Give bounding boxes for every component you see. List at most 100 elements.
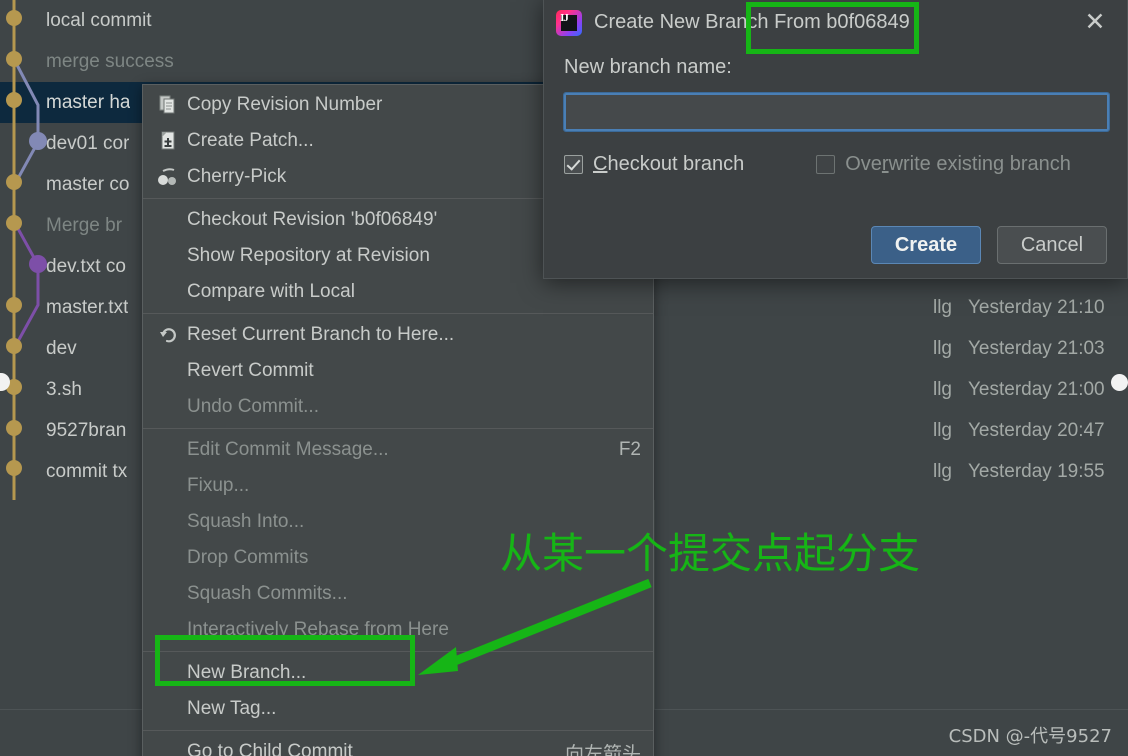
- commit-date: Yesterday 19:55: [968, 460, 1105, 482]
- commit-meta: llg Yesterday 19:55: [918, 451, 1128, 492]
- annotation-note-text: 从某一个提交点起分支: [500, 529, 921, 578]
- commit-subject: local commit: [46, 9, 152, 31]
- menu-separator: [143, 428, 653, 429]
- menu-item-label: Show Repository at Revision: [187, 245, 430, 266]
- dialog-checkbox-row: Checkout branch Overwrite existing branc…: [564, 153, 1107, 176]
- copy-icon: [153, 95, 183, 115]
- commit-author: llg: [932, 378, 952, 400]
- menu-item-shortcut: F2: [618, 439, 641, 460]
- checkbox-checked-icon[interactable]: [564, 155, 583, 174]
- overwrite-label-rest: write existing branch: [888, 153, 1071, 175]
- commit-meta: llg Yesterday 21:10: [918, 287, 1128, 328]
- commit-subject: 9527bran: [46, 419, 127, 441]
- menu-item-label: Compare with Local: [187, 281, 355, 302]
- menu-item-go-to-child-commit[interactable]: Go to Child Commit 向左箭头: [143, 734, 653, 756]
- cherry-pick-icon: [153, 167, 183, 187]
- overwrite-existing-branch-checkbox: Overwrite existing branch: [816, 153, 1071, 176]
- menu-item-label: Drop Commits: [187, 547, 309, 568]
- commit-graph-cell: [0, 451, 42, 492]
- menu-item-label: Edit Commit Message...: [187, 439, 389, 460]
- menu-item-label: Fixup...: [187, 475, 250, 496]
- commit-subject: commit tx: [46, 460, 128, 482]
- watermark: CSDN @-代号9527: [948, 726, 1112, 747]
- annotation-arrow: [418, 578, 652, 675]
- menu-item-label: Squash Into...: [187, 511, 305, 532]
- overwrite-label-mnemonic: r: [881, 153, 889, 175]
- patch-icon: [153, 131, 183, 151]
- menu-item-revert-commit[interactable]: Revert Commit: [143, 353, 653, 389]
- menu-item-label: Copy Revision Number: [187, 94, 383, 115]
- menu-item-undo-commit: Undo Commit...: [143, 389, 653, 425]
- menu-item-compare-with-local[interactable]: Compare with Local: [143, 274, 653, 310]
- commit-subject: dev.txt co: [46, 255, 126, 277]
- menu-item-label: Create Patch...: [187, 130, 314, 151]
- create-button[interactable]: Create: [871, 226, 981, 264]
- dialog-button-row: Create Cancel: [871, 226, 1107, 264]
- menu-item-label: Reset Current Branch to Here...: [187, 324, 455, 345]
- checkout-branch-label: Checkout branch: [593, 153, 744, 176]
- menu-separator: [143, 313, 653, 314]
- dialog-body: New branch name: Checkout branch Overwri…: [544, 46, 1127, 176]
- commit-date: Yesterday 21:03: [968, 337, 1105, 359]
- commit-meta: llg Yesterday 21:00: [918, 369, 1128, 410]
- commit-date: Yesterday 21:10: [968, 296, 1105, 318]
- commit-graph-cell: [0, 205, 42, 246]
- menu-item-label: Revert Commit: [187, 360, 314, 381]
- menu-item-label: Checkout Revision 'b0f06849': [187, 209, 438, 230]
- cancel-button[interactable]: Cancel: [997, 226, 1107, 264]
- commit-author: llg: [932, 419, 952, 441]
- menu-item-fixup: Fixup...: [143, 468, 653, 504]
- branch-name-label: New branch name:: [564, 56, 732, 78]
- commit-author: llg: [932, 296, 952, 318]
- commit-graph-cell: [0, 328, 42, 369]
- commit-graph-cell: [0, 41, 42, 82]
- overwrite-label-pre: Ove: [845, 153, 882, 175]
- commit-meta: llg Yesterday 21:03: [918, 328, 1128, 369]
- commit-date: Yesterday 21:00: [968, 378, 1105, 400]
- screen-root: local commit merge success master ha dev01 …: [0, 0, 1128, 756]
- commit-subject: master ha: [46, 91, 131, 113]
- menu-item-label: Undo Commit...: [187, 396, 319, 417]
- checkout-branch-mnemonic: C: [593, 153, 608, 175]
- menu-item-edit-commit-message: Edit Commit Message... F2: [143, 432, 653, 468]
- commit-graph-cell: [0, 123, 42, 164]
- menu-item-reset-current-branch-to-here[interactable]: Reset Current Branch to Here...: [143, 317, 653, 353]
- branch-name-input[interactable]: [563, 92, 1110, 132]
- commit-graph-cell: [0, 369, 42, 410]
- checkout-branch-checkbox[interactable]: Checkout branch: [564, 153, 744, 176]
- menu-item-label: Go to Child Commit: [187, 741, 353, 756]
- commit-subject: dev01 cor: [46, 132, 130, 154]
- close-icon[interactable]: ✕: [1081, 9, 1109, 37]
- dialog-title-text: Create New Branch From b0f06849: [594, 11, 910, 33]
- menu-item-new-tag[interactable]: New Tag...: [143, 691, 653, 727]
- menu-separator: [143, 730, 653, 731]
- commit-graph-cell: [0, 82, 42, 123]
- commit-graph-cell: [0, 287, 42, 328]
- commit-graph-cell: [0, 164, 42, 205]
- create-new-branch-dialog: IJ Create New Branch From b0f06849 ✕ New…: [543, 0, 1128, 279]
- commit-graph-cell: [0, 410, 42, 451]
- commit-graph-cell: [0, 246, 42, 287]
- commit-subject: dev: [46, 337, 77, 359]
- menu-item-label: New Branch...: [187, 662, 307, 683]
- commit-subject: 3.sh: [46, 378, 82, 400]
- commit-subject: merge success: [46, 50, 174, 72]
- overwrite-branch-label: Overwrite existing branch: [845, 153, 1071, 176]
- commit-date: Yesterday 20:47: [968, 419, 1105, 441]
- intellij-logo-text: IJ: [560, 11, 569, 24]
- intellij-idea-logo-icon: IJ: [556, 9, 582, 36]
- menu-item-shortcut: 向左箭头: [564, 743, 641, 756]
- commit-subject: Merge br: [46, 214, 123, 236]
- undo-icon: [153, 325, 183, 345]
- menu-item-label: New Tag...: [187, 698, 277, 719]
- menu-item-label: Squash Commits...: [187, 583, 348, 604]
- checkbox-unchecked-icon: [816, 155, 836, 174]
- commit-meta: llg Yesterday 20:47: [918, 410, 1128, 451]
- dialog-title-bar: IJ Create New Branch From b0f06849 ✕: [544, 0, 1127, 46]
- commit-author: llg: [932, 337, 952, 359]
- current-head-marker-right: [1111, 374, 1128, 391]
- menu-item-label: Cherry-Pick: [187, 166, 287, 187]
- commit-graph-cell: [0, 0, 42, 41]
- commit-author: llg: [932, 460, 952, 482]
- checkout-branch-label-rest: heckout branch: [607, 153, 745, 175]
